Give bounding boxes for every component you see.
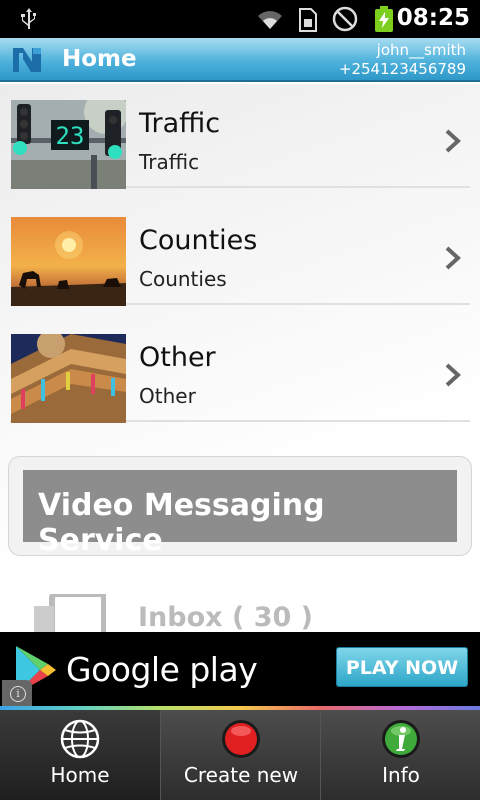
inbox-icon	[34, 594, 106, 632]
info-icon	[382, 720, 420, 758]
usb-icon	[21, 8, 36, 29]
main-content: 23 Traffic Traffic Counties Counties Oth…	[0, 84, 480, 632]
page-title: Home	[62, 46, 137, 72]
wifi-icon	[258, 11, 282, 29]
inbox-row[interactable]: Inbox ( 30 )	[0, 580, 480, 632]
play-now-button[interactable]: PLAY NOW	[336, 647, 468, 687]
item-subtitle: Counties	[139, 267, 227, 291]
item-title: Counties	[139, 225, 258, 256]
counties-thumbnail	[11, 217, 126, 306]
clock: 08:25	[396, 5, 470, 31]
list-item-other[interactable]: Other Other	[10, 318, 470, 423]
video-messaging-banner[interactable]: Video Messaging Service	[23, 470, 457, 558]
chevron-right-icon	[445, 363, 461, 387]
globe-icon	[60, 719, 100, 759]
chevron-right-icon	[445, 129, 461, 153]
item-title: Other	[139, 342, 216, 373]
username: john__smith	[376, 41, 466, 59]
ad-info-button[interactable]: i	[2, 680, 32, 708]
video-messaging-label: Video Messaging Service	[38, 488, 325, 558]
tab-create-new[interactable]: Create new	[160, 710, 320, 800]
video-messaging-card[interactable]: Video Messaging Service	[8, 456, 472, 558]
status-bar: 08:25	[0, 0, 480, 38]
ad-brand-text: Google play	[66, 650, 258, 689]
inbox-label: Inbox ( 30 )	[138, 602, 314, 632]
tab-label: Create new	[183, 763, 299, 787]
tab-info[interactable]: Info	[320, 710, 480, 800]
other-thumbnail	[11, 334, 126, 423]
tab-label: Info	[382, 763, 420, 787]
phone-number: +254123456789	[338, 60, 466, 78]
svg-text:23: 23	[56, 122, 85, 150]
item-title: Traffic	[139, 108, 221, 139]
battery-charging-icon	[375, 6, 393, 32]
bottom-tab-bar: Home Create new Info	[0, 710, 480, 800]
list-item-counties[interactable]: Counties Counties	[10, 201, 470, 306]
list-item-traffic[interactable]: 23 Traffic Traffic	[10, 84, 470, 189]
ad-banner[interactable]: Google play PLAY NOW i	[0, 632, 480, 710]
sim-card-icon	[299, 8, 317, 32]
traffic-thumbnail: 23	[11, 100, 126, 189]
item-subtitle: Traffic	[139, 150, 200, 174]
info-circle-icon: i	[10, 686, 26, 702]
no-signal-icon	[332, 6, 358, 32]
app-header: Home john__smith +254123456789	[0, 38, 480, 82]
record-icon	[222, 720, 260, 758]
app-logo-icon	[13, 48, 41, 72]
tab-home[interactable]: Home	[0, 710, 160, 800]
tab-label: Home	[50, 763, 110, 787]
chevron-right-icon	[445, 246, 461, 270]
item-subtitle: Other	[139, 384, 196, 408]
